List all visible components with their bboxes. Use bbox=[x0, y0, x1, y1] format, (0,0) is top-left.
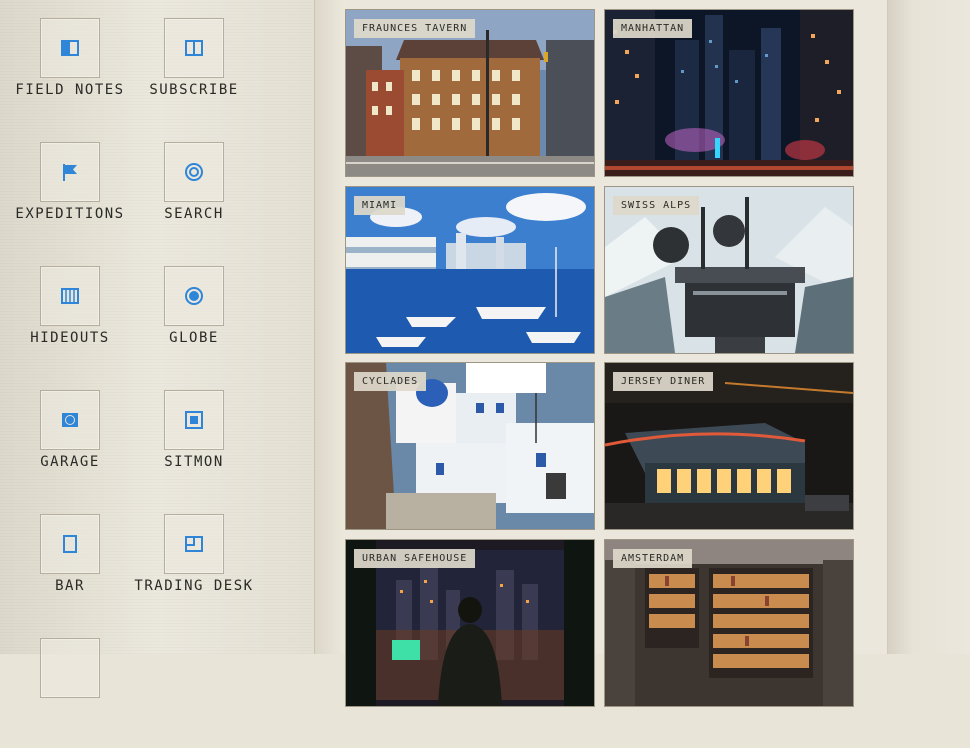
nav-item-search[interactable]: SEARCH bbox=[132, 142, 256, 252]
monitor-icon bbox=[185, 411, 203, 429]
location-card-cyclades[interactable]: CYCLADES bbox=[345, 362, 595, 530]
card-label: MANHATTAN bbox=[613, 19, 693, 38]
nav-item-garage[interactable]: GARAGE bbox=[8, 390, 132, 500]
nav-button-hideouts[interactable] bbox=[40, 266, 100, 326]
nav-label: TRADING DESK bbox=[134, 578, 254, 594]
target-icon bbox=[185, 163, 203, 181]
location-card-manhattan[interactable]: MANHATTAN bbox=[604, 9, 854, 177]
book-icon bbox=[61, 40, 79, 56]
nav-button-bar[interactable] bbox=[40, 514, 100, 574]
nav-item-expeditions[interactable]: EXPEDITIONS bbox=[8, 142, 132, 252]
nav-item-field-notes[interactable]: FIELD NOTES bbox=[8, 18, 132, 128]
panels-icon bbox=[185, 40, 203, 56]
nav-label: BAR bbox=[55, 578, 85, 594]
nav-button-more[interactable] bbox=[40, 638, 100, 698]
nav-item-globe[interactable]: GLOBE bbox=[132, 266, 256, 376]
gallery-grid: FRAUNCES TAVERN MANHATTAN MIAMI SWISS AL… bbox=[345, 0, 887, 707]
card-label: SWISS ALPS bbox=[613, 196, 700, 215]
nav-label: SEARCH bbox=[164, 206, 224, 222]
content-gutter bbox=[315, 0, 345, 654]
nav-item-sitmon[interactable]: SITMON bbox=[132, 390, 256, 500]
location-card-jersey-diner[interactable]: JERSEY DINER bbox=[604, 362, 854, 530]
nav-label: FIELD NOTES bbox=[15, 82, 125, 98]
nav-label: SITMON bbox=[164, 454, 224, 470]
globe-icon bbox=[185, 287, 203, 305]
nav-label: SUBSCRIBE bbox=[149, 82, 239, 98]
card-label: CYCLADES bbox=[354, 372, 427, 391]
nav-button-search[interactable] bbox=[164, 142, 224, 202]
nav-button-garage[interactable] bbox=[40, 390, 100, 450]
card-label: AMSTERDAM bbox=[613, 549, 693, 568]
nav-item-more[interactable] bbox=[8, 638, 132, 748]
sidebar: FIELD NOTES SUBSCRIBE EXPEDITIONS SEARCH bbox=[0, 0, 315, 698]
nav-item-bar[interactable]: BAR bbox=[8, 514, 132, 624]
chart-window-icon bbox=[185, 536, 203, 552]
nav-item-hideouts[interactable]: HIDEOUTS bbox=[8, 266, 132, 376]
location-card-fraunces-tavern[interactable]: FRAUNCES TAVERN bbox=[345, 9, 595, 177]
nav-button-sitmon[interactable] bbox=[164, 390, 224, 450]
flag-icon bbox=[63, 164, 77, 181]
card-label: FRAUNCES TAVERN bbox=[354, 19, 476, 38]
location-card-swiss-alps[interactable]: SWISS ALPS bbox=[604, 186, 854, 354]
wheel-icon bbox=[62, 413, 78, 427]
nav-item-trading-desk[interactable]: TRADING DESK bbox=[132, 514, 256, 624]
nav-label: GARAGE bbox=[40, 454, 100, 470]
location-card-amsterdam[interactable]: AMSTERDAM bbox=[604, 539, 854, 707]
grid-icon bbox=[61, 288, 79, 304]
nav-label: GLOBE bbox=[169, 330, 219, 346]
nav-button-globe[interactable] bbox=[164, 266, 224, 326]
nav-button-trading-desk[interactable] bbox=[164, 514, 224, 574]
nav-button-expeditions[interactable] bbox=[40, 142, 100, 202]
card-label: URBAN SAFEHOUSE bbox=[354, 549, 476, 568]
nav-label: EXPEDITIONS bbox=[15, 206, 125, 222]
nav-button-field-notes[interactable] bbox=[40, 18, 100, 78]
card-label: JERSEY DINER bbox=[613, 372, 714, 391]
location-card-urban-safehouse[interactable]: URBAN SAFEHOUSE bbox=[345, 539, 595, 707]
nav-button-subscribe[interactable] bbox=[164, 18, 224, 78]
glass-icon bbox=[63, 535, 77, 553]
card-label: MIAMI bbox=[354, 196, 406, 215]
location-card-miami[interactable]: MIAMI bbox=[345, 186, 595, 354]
right-margin-panel bbox=[887, 0, 970, 654]
nav-item-subscribe[interactable]: SUBSCRIBE bbox=[132, 18, 256, 128]
nav-label: HIDEOUTS bbox=[30, 330, 110, 346]
